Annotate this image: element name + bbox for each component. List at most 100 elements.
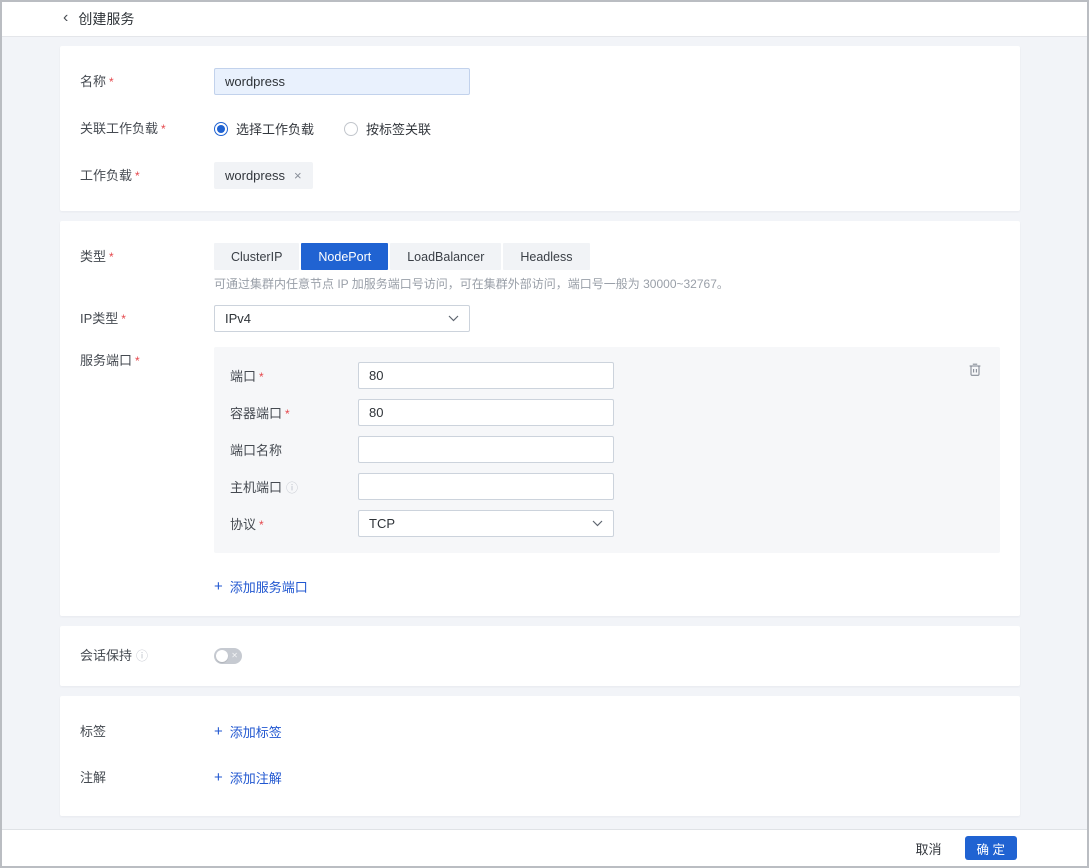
- back-icon[interactable]: ‹: [63, 10, 68, 26]
- type-row: 类型* ClusterIP NodePort LoadBalancer Head…: [80, 243, 1000, 292]
- container-port-label-text: 容器端口: [230, 406, 282, 421]
- workload-label: 工作负载*: [80, 162, 214, 189]
- labels-label: 标签: [80, 724, 214, 740]
- delete-port-icon[interactable]: [966, 360, 984, 378]
- add-label-link[interactable]: + 添加标签: [214, 722, 282, 741]
- session-card: 会话保持 ⓘ ✕: [60, 626, 1020, 686]
- session-row: 会话保持 ⓘ ✕: [80, 648, 1000, 684]
- type-description: 可通过集群内任意节点 IP 加服务端口号访问，可在集群外部访问，端口号一般为 3…: [214, 277, 729, 292]
- workload-label-text: 工作负载: [80, 168, 132, 183]
- name-label: 名称*: [80, 68, 214, 95]
- port-name-input[interactable]: [358, 436, 614, 463]
- workload-tag-text: wordpress: [225, 168, 285, 183]
- type-option-clusterip[interactable]: ClusterIP: [214, 243, 299, 270]
- add-port-row: + 添加服务端口: [80, 577, 1000, 596]
- service-ports-label-text: 服务端口: [80, 353, 132, 368]
- protocol-value: TCP: [369, 516, 395, 531]
- type-control: ClusterIP NodePort LoadBalancer Headless…: [214, 243, 729, 292]
- ip-type-value: IPv4: [225, 311, 251, 326]
- radio-select-workload[interactable]: 选择工作负载: [214, 119, 314, 138]
- ok-button[interactable]: 确 定: [965, 836, 1017, 860]
- metadata-card: 标签 + 添加标签 注解 + 添加注解: [60, 696, 1020, 816]
- session-label-text: 会话保持: [80, 648, 132, 663]
- radio-select-workload-label: 选择工作负载: [236, 119, 314, 138]
- host-port-input[interactable]: [358, 473, 614, 500]
- service-settings-card: 类型* ClusterIP NodePort LoadBalancer Head…: [60, 221, 1020, 616]
- add-annotation-text: 添加注解: [230, 768, 282, 787]
- info-icon: ⓘ: [136, 649, 148, 663]
- labels-label-text: 标签: [80, 724, 106, 739]
- basic-info-card: 名称* 关联工作负载* 选择工作负载 按标签关联: [60, 46, 1020, 211]
- labels-row: 标签 + 添加标签: [80, 722, 1000, 741]
- ip-type-row: IP类型* IPv4: [80, 305, 1000, 332]
- remove-tag-icon[interactable]: ×: [294, 169, 302, 182]
- session-toggle[interactable]: ✕: [214, 648, 242, 664]
- type-segmented-control: ClusterIP NodePort LoadBalancer Headless: [214, 243, 729, 270]
- page-footer: 取消 确 定: [2, 829, 1087, 866]
- port-label: 端口*: [230, 366, 358, 385]
- plus-icon: +: [214, 724, 223, 739]
- page-header: ‹ 创建服务: [2, 2, 1087, 37]
- name-input[interactable]: [214, 68, 470, 95]
- type-label-text: 类型: [80, 249, 106, 264]
- radio-checked-icon: [214, 122, 228, 136]
- protocol-label: 协议*: [230, 514, 358, 533]
- required-mark: *: [259, 518, 264, 532]
- annotations-label-text: 注解: [80, 770, 106, 785]
- container-port-label: 容器端口*: [230, 403, 358, 422]
- required-mark: *: [161, 122, 166, 136]
- host-port-label-text: 主机端口: [230, 480, 282, 495]
- port-input[interactable]: [358, 362, 614, 389]
- port-label-text: 端口: [230, 369, 256, 384]
- add-label-text: 添加标签: [230, 722, 282, 741]
- required-mark: *: [109, 250, 114, 264]
- radio-unchecked-icon: [344, 122, 358, 136]
- radio-by-label-label: 按标签关联: [366, 119, 431, 138]
- required-mark: *: [121, 312, 126, 326]
- workload-association-row: 关联工作负载* 选择工作负载 按标签关联: [80, 115, 1000, 142]
- required-mark: *: [259, 370, 264, 384]
- protocol-select[interactable]: TCP: [358, 510, 614, 537]
- type-option-nodeport[interactable]: NodePort: [301, 243, 388, 270]
- create-service-page: ‹ 创建服务 名称* 关联工作负载* 选择工作负载: [0, 0, 1089, 868]
- protocol-row: 协议* TCP: [230, 510, 984, 537]
- name-row: 名称*: [80, 68, 1000, 95]
- annotations-label: 注解: [80, 770, 214, 786]
- ip-type-label-text: IP类型: [80, 311, 118, 326]
- toggle-off-icon: ✕: [231, 652, 238, 660]
- toggle-knob: [216, 650, 228, 662]
- ip-type-select[interactable]: IPv4: [214, 305, 470, 332]
- port-name-label: 端口名称: [230, 440, 358, 459]
- workload-association-label-text: 关联工作负载: [80, 121, 158, 136]
- host-port-label: 主机端口ⓘ: [230, 477, 358, 496]
- chevron-down-icon: [448, 315, 459, 322]
- cancel-button[interactable]: 取消: [916, 839, 942, 858]
- service-ports-row: 服务端口* 端口*: [80, 347, 1000, 553]
- port-row: 端口*: [230, 362, 984, 389]
- workload-association-label: 关联工作负载*: [80, 115, 214, 142]
- chevron-down-icon: [592, 520, 603, 527]
- add-annotation-link[interactable]: + 添加注解: [214, 768, 282, 787]
- add-service-port-link[interactable]: + 添加服务端口: [214, 577, 308, 596]
- workload-row: 工作负载* wordpress ×: [80, 162, 1000, 189]
- form-content: 名称* 关联工作负载* 选择工作负载 按标签关联: [2, 37, 1087, 829]
- session-label: 会话保持 ⓘ: [80, 648, 214, 664]
- type-label: 类型*: [80, 243, 214, 292]
- service-ports-label: 服务端口*: [80, 347, 214, 553]
- port-name-label-text: 端口名称: [230, 443, 282, 458]
- type-option-loadbalancer[interactable]: LoadBalancer: [390, 243, 501, 270]
- required-mark: *: [109, 75, 114, 89]
- workload-association-radio-group: 选择工作负载 按标签关联: [214, 115, 431, 142]
- workload-tag: wordpress ×: [214, 162, 313, 189]
- type-option-headless[interactable]: Headless: [503, 243, 589, 270]
- host-port-row: 主机端口ⓘ: [230, 473, 984, 500]
- required-mark: *: [135, 354, 140, 368]
- spacer: [80, 577, 214, 596]
- radio-by-label[interactable]: 按标签关联: [344, 119, 431, 138]
- container-port-input[interactable]: [358, 399, 614, 426]
- name-label-text: 名称: [80, 74, 106, 89]
- ip-type-label: IP类型*: [80, 305, 214, 332]
- plus-icon: +: [214, 770, 223, 785]
- plus-icon: +: [214, 579, 223, 594]
- required-mark: *: [285, 407, 290, 421]
